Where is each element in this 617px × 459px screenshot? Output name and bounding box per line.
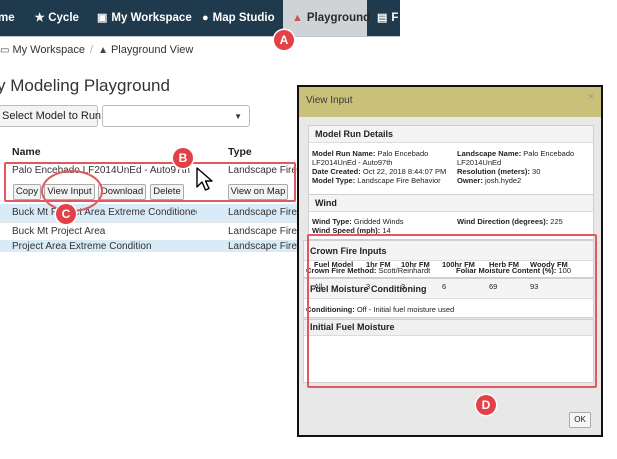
resolution: Resolution (meters): 30 [457, 167, 541, 176]
nav-divider [0, 36, 400, 37]
row-type: Landscape Fire Be [228, 226, 300, 237]
column-header-type[interactable]: Type [228, 146, 252, 158]
nav-item-label: Map Studio [212, 12, 275, 24]
page-title: y Modeling Playground [0, 76, 170, 95]
model-select-dropdown[interactable]: ▼ [102, 105, 250, 127]
row-name: Buck Mt Project Area [12, 226, 106, 237]
tree-icon: ▲ [98, 45, 108, 56]
table-row[interactable]: Project Area Extreme Condition Landscape… [0, 240, 300, 252]
highlight-box-d [307, 234, 597, 388]
select-model-button[interactable]: Select Model to Run [0, 105, 101, 127]
nav-item-label: me [0, 12, 15, 24]
callout-badge-c: C [56, 204, 76, 224]
wind-direction: Wind Direction (degrees): 225 [457, 217, 563, 226]
nav-item-cycle[interactable]: ✯ Cycle [35, 0, 79, 36]
model-run-details-panel: Model Run Details Model Run Name: Palo E… [308, 125, 594, 195]
model-run-name: Model Run Name: Palo Encebado [312, 149, 429, 158]
folder-icon: ▭ [0, 45, 10, 56]
nav-item-f[interactable]: ▤ F [377, 0, 398, 36]
modal-title: View Input [306, 95, 353, 106]
ok-button[interactable]: OK [569, 412, 591, 428]
nav-item-label: Playground [306, 12, 371, 24]
flame-icon: ▲ [292, 12, 303, 24]
panel-heading: Wind [309, 195, 593, 212]
panel-heading: Model Run Details [309, 126, 593, 143]
workspace-icon: ▣ [97, 12, 108, 24]
date-created: Date Created: Oct 22, 2018 8:44:07 PM [312, 167, 447, 176]
caret-down-icon: ▼ [234, 112, 242, 121]
table-row[interactable]: Buck Mt Project Area Landscape Fire Be [0, 222, 300, 240]
nav-item-label: F [391, 12, 399, 24]
wind-type: Wind Type: Gridded Winds [312, 217, 404, 226]
callout-badge-d: D [476, 395, 496, 415]
row-name: Buck Mt Project Area Extreme Conditioned [12, 207, 197, 218]
model-type: Model Type: Landscape Fire Behavior [312, 176, 441, 185]
nav-item-playground[interactable]: ▲ Playground [283, 0, 371, 36]
callout-badge-a: A [274, 30, 294, 50]
landscape-name-cont: LF2014UnEd [457, 158, 502, 167]
breadcrumb-playground-view: Playground View [110, 44, 194, 56]
table-row[interactable]: Buck Mt Project Area Extreme Conditioned… [0, 204, 300, 222]
nav-item-map-studio[interactable]: ● Map Studio [202, 0, 275, 36]
mouse-pointer-icon [196, 167, 213, 191]
row-name: Project Area Extreme Condition [12, 241, 152, 252]
modal-header: View Input × [299, 87, 601, 117]
nav-item-label: My Workspace [111, 12, 192, 24]
row-type: Landscape Fire Be [228, 207, 300, 218]
breadcrumb-my-workspace[interactable]: My Workspace [12, 44, 85, 56]
breadcrumb-separator: / [90, 44, 94, 56]
top-navigation: me ✯ Cycle ▣ My Workspace ● Map Studio ▲ Pla… [0, 0, 400, 36]
model-run-name-cont: LF2014UnEd - Auto97th [312, 158, 393, 167]
nav-item-home[interactable]: me [0, 0, 15, 36]
clipboard-icon: ▤ [377, 12, 388, 24]
cycle-icon: ✯ [35, 12, 45, 24]
globe-icon: ● [202, 12, 209, 24]
nav-item-my-workspace[interactable]: ▣ My Workspace [97, 0, 192, 36]
nav-item-label: Cycle [48, 12, 79, 24]
owner: Owner: josh.hyde2 [457, 176, 522, 185]
close-icon[interactable]: × [588, 91, 594, 103]
callout-badge-b: B [173, 148, 193, 168]
row-type: Landscape Fire B [228, 241, 300, 252]
breadcrumb: ▭ My Workspace / ▲ Playground View [0, 40, 400, 60]
landscape-name: Landscape Name: Palo Encebado [457, 149, 575, 158]
column-header-name[interactable]: Name [12, 146, 41, 158]
